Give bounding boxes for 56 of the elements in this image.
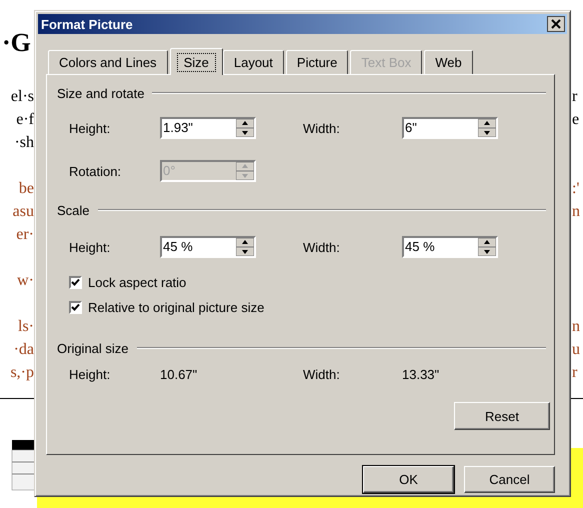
document-text: r [572,87,578,107]
document-text: el·s [10,87,34,107]
down-arrow-icon[interactable] [236,128,254,137]
tab[interactable]: Colors and Lines [48,50,168,74]
section-heading: Size and rotate [57,86,144,100]
spin-field[interactable]: 45 % [402,236,498,258]
document-text: ls· [18,317,34,337]
field-label: Height: [69,120,112,136]
document-text: r [572,363,578,383]
section-heading: Scale [57,202,90,218]
field-label: Rotation: [69,164,122,178]
document-text: be [18,179,34,199]
document-text: e·f [16,110,34,130]
field-value: 10.67" [160,367,198,382]
document-text: er· [16,225,34,245]
spin-field[interactable]: 1.93" [160,117,256,139]
document-text: ·sh [14,133,34,153]
document-text: e [572,110,580,130]
checkbox[interactable] [69,300,82,314]
checkbox-label[interactable]: Relative to original picture size [88,300,264,314]
document-text: w· [17,271,34,291]
reset-button[interactable]: Reset [454,402,550,430]
field-value: 13.33" [402,367,440,382]
document-text: asu [12,202,34,222]
field-label: Width: [303,240,341,254]
field-label: Width: [303,120,341,136]
spin-field[interactable]: 45 % [160,236,256,258]
document-text: ·da [14,340,34,360]
up-arrow-icon[interactable] [478,238,496,247]
close-icon[interactable] [547,16,565,32]
tab[interactable]: Picture [286,50,348,74]
up-arrow-icon[interactable] [236,238,254,247]
checkbox-label[interactable]: Lock aspect ratio [88,274,186,290]
section-heading: Original size [57,340,129,356]
up-arrow-icon[interactable] [236,119,254,128]
document-text: n [572,202,580,222]
down-arrow-icon[interactable] [478,128,496,137]
window-title: Format Picture [41,16,133,32]
document-text: :' [572,179,580,199]
tab[interactable]: Web [424,50,473,74]
tab[interactable]: Size [170,48,223,75]
document-text: u [572,340,580,360]
dialog-button[interactable]: Cancel [464,466,555,493]
document-text: s,·p [10,363,34,383]
field-label: Width: [303,367,341,382]
checkbox[interactable] [69,276,82,288]
up-arrow-icon[interactable] [478,119,496,128]
dialog-button[interactable]: OK [363,466,454,493]
field-label: Height: [69,367,112,382]
spin-field[interactable]: 6" [402,117,498,139]
down-arrow-icon[interactable] [236,247,254,256]
document-text: n [572,317,580,337]
document-heading: ·G [2,28,31,58]
tab[interactable]: Layout [222,50,284,74]
down-arrow-icon[interactable] [478,247,496,256]
field-label: Height: [69,240,112,254]
